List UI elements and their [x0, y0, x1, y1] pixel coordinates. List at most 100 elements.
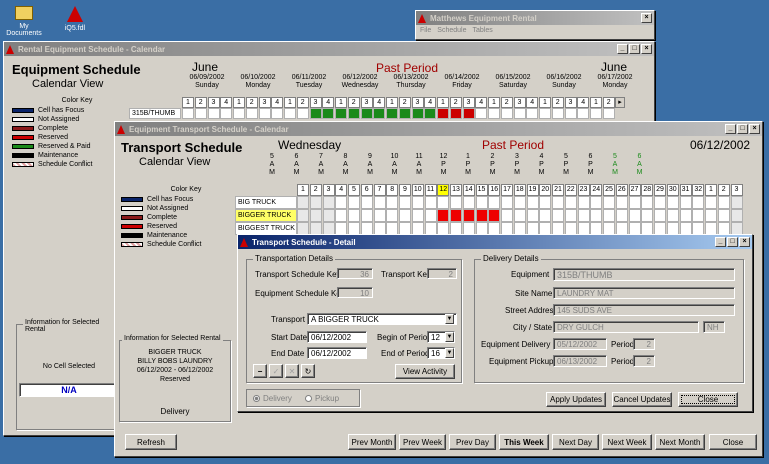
- scroll-arrow-icon[interactable]: ▸: [615, 97, 625, 108]
- schedule-cell[interactable]: [590, 209, 603, 222]
- schedule-cell[interactable]: [207, 108, 220, 119]
- close-button[interactable]: Close: [709, 434, 757, 450]
- next-month-button[interactable]: Next Month: [655, 434, 705, 450]
- minimize-icon[interactable]: _: [617, 44, 628, 54]
- schedule-cell[interactable]: [539, 209, 552, 222]
- schedule-cell[interactable]: [666, 209, 679, 222]
- schedule-cell[interactable]: [399, 209, 411, 222]
- schedule-cell[interactable]: [654, 196, 666, 209]
- schedule-cell[interactable]: [602, 108, 615, 119]
- schedule-cell[interactable]: [654, 209, 666, 222]
- schedule-cell[interactable]: [628, 209, 641, 222]
- schedule-cell[interactable]: [322, 209, 335, 222]
- schedule-cell[interactable]: [322, 196, 335, 209]
- prev-week-button[interactable]: Prev Week: [399, 434, 446, 450]
- schedule-cell[interactable]: [347, 108, 360, 119]
- schedule-cell[interactable]: [386, 196, 399, 209]
- schedule-cell[interactable]: [551, 108, 564, 119]
- schedule-cell[interactable]: [296, 108, 309, 119]
- schedule-cell[interactable]: [501, 196, 513, 209]
- chevron-down-icon[interactable]: ▼: [445, 332, 454, 342]
- schedule-cell[interactable]: [297, 196, 309, 209]
- schedule-cell[interactable]: [692, 209, 705, 222]
- next-day-button[interactable]: Next Day: [552, 434, 599, 450]
- schedule-cell[interactable]: [628, 196, 641, 209]
- next-week-button[interactable]: Next Week: [602, 434, 652, 450]
- apply-updates-button[interactable]: Apply Updates: [546, 392, 606, 407]
- this-week-button[interactable]: This Week: [499, 434, 549, 450]
- close-icon[interactable]: ×: [739, 237, 750, 247]
- schedule-cell[interactable]: [475, 108, 488, 119]
- radio-delivery[interactable]: Delivery: [253, 394, 292, 403]
- schedule-cell[interactable]: [424, 196, 437, 209]
- schedule-cell[interactable]: [373, 196, 386, 209]
- maximize-icon[interactable]: □: [737, 124, 748, 134]
- schedule-cell[interactable]: [322, 108, 335, 119]
- truck-row-label[interactable]: BIG TRUCK: [235, 196, 297, 209]
- schedule-cell[interactable]: [309, 108, 322, 119]
- schedule-cell[interactable]: [641, 196, 654, 209]
- schedule-cell[interactable]: [233, 108, 245, 119]
- menu-schedule[interactable]: Schedule: [437, 27, 466, 34]
- schedule-cell[interactable]: [552, 196, 564, 209]
- detail-titlebar[interactable]: Transport Schedule - Detail _ □ ×: [238, 235, 752, 249]
- schedule-cell[interactable]: [475, 196, 488, 209]
- schedule-cell[interactable]: [245, 108, 258, 119]
- schedule-cell[interactable]: [615, 209, 628, 222]
- schedule-cell[interactable]: [500, 108, 513, 119]
- maximize-icon[interactable]: □: [727, 237, 738, 247]
- iq5-file-icon[interactable]: iQ5.fdl: [58, 6, 92, 32]
- close-icon[interactable]: ×: [641, 44, 652, 54]
- schedule-cell[interactable]: [450, 196, 462, 209]
- schedule-cell[interactable]: [526, 108, 539, 119]
- chevron-down-icon[interactable]: ▼: [445, 348, 454, 358]
- schedule-cell[interactable]: [730, 209, 743, 222]
- schedule-cell[interactable]: [462, 196, 475, 209]
- schedule-cell[interactable]: [449, 108, 462, 119]
- schedule-cell[interactable]: [194, 108, 207, 119]
- close-icon[interactable]: ×: [749, 124, 760, 134]
- schedule-cell[interactable]: [577, 108, 590, 119]
- schedule-cell[interactable]: [641, 209, 654, 222]
- schedule-cell[interactable]: [373, 209, 386, 222]
- schedule-cell[interactable]: [590, 196, 603, 209]
- schedule-cell[interactable]: [679, 196, 692, 209]
- matthews-titlebar[interactable]: Matthews Equipment Rental ×: [416, 11, 654, 25]
- transport-select[interactable]: A BIGGER TRUCK: [307, 313, 457, 325]
- schedule-cell[interactable]: [717, 209, 730, 222]
- minus-icon[interactable]: −: [253, 364, 267, 378]
- schedule-cell[interactable]: [462, 209, 475, 222]
- schedule-cell[interactable]: [488, 108, 500, 119]
- schedule-cell[interactable]: [386, 209, 399, 222]
- schedule-cell[interactable]: [220, 108, 233, 119]
- schedule-cell[interactable]: [309, 196, 322, 209]
- schedule-cell[interactable]: [258, 108, 271, 119]
- schedule-cell[interactable]: [513, 209, 526, 222]
- schedule-cell[interactable]: [488, 209, 501, 222]
- schedule-cell[interactable]: [539, 196, 552, 209]
- schedule-cell[interactable]: [590, 108, 602, 119]
- transport-titlebar[interactable]: Equipment Transport Schedule - Calendar …: [115, 122, 762, 136]
- schedule-cell[interactable]: [564, 196, 577, 209]
- start-date-field[interactable]: 06/12/2002: [307, 331, 367, 343]
- schedule-cell[interactable]: [284, 108, 296, 119]
- chevron-down-icon[interactable]: ▼: [445, 314, 454, 324]
- schedule-cell[interactable]: [182, 108, 194, 119]
- schedule-cell[interactable]: [513, 196, 526, 209]
- minimize-icon[interactable]: _: [715, 237, 726, 247]
- schedule-cell[interactable]: [297, 209, 309, 222]
- schedule-cell[interactable]: [564, 108, 577, 119]
- close-icon[interactable]: ×: [641, 13, 652, 23]
- schedule-cell[interactable]: [335, 196, 348, 209]
- schedule-cell[interactable]: [335, 108, 347, 119]
- schedule-cell[interactable]: [462, 108, 475, 119]
- schedule-cell[interactable]: [552, 209, 564, 222]
- close-button[interactable]: Close: [678, 392, 738, 407]
- schedule-cell[interactable]: [271, 108, 284, 119]
- schedule-cell[interactable]: [411, 196, 424, 209]
- prev-month-button[interactable]: Prev Month: [348, 434, 396, 450]
- schedule-cell[interactable]: [603, 196, 615, 209]
- schedule-cell[interactable]: [501, 209, 513, 222]
- schedule-cell[interactable]: [360, 209, 373, 222]
- prev-day-button[interactable]: Prev Day: [449, 434, 496, 450]
